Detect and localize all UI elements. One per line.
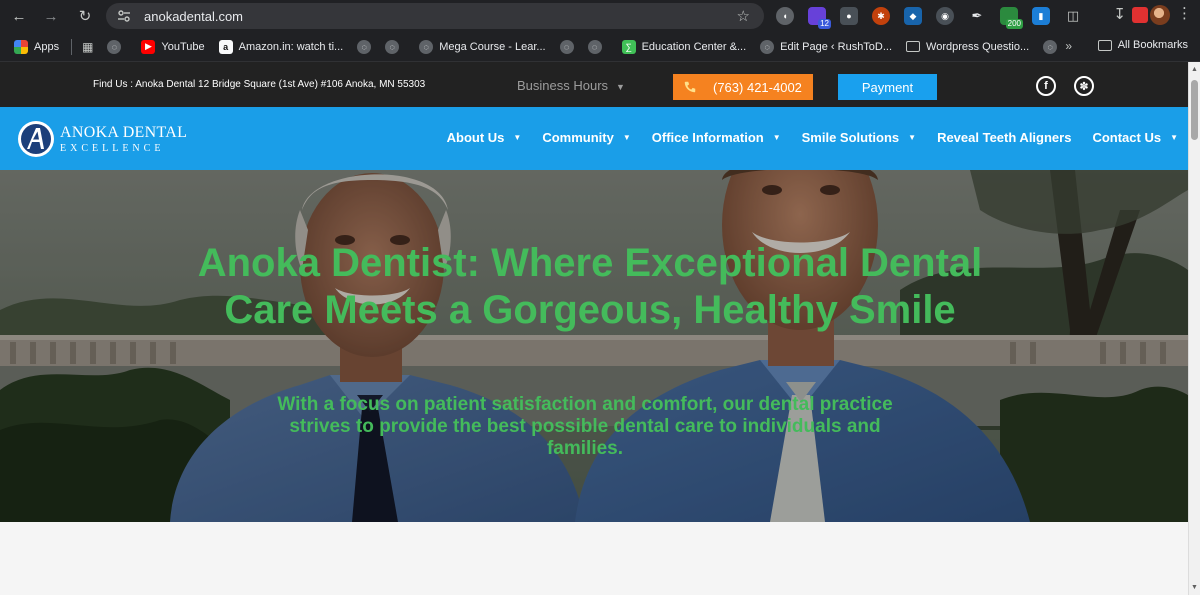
bookmark-edit-page[interactable]: ◌ Edit Page ‹ RushToD...	[760, 39, 892, 54]
nav-item-community[interactable]: Community ▼	[542, 130, 630, 145]
scroll-up-arrow-icon[interactable]: ▲	[1191, 66, 1198, 73]
chevron-down-icon: ▼	[1170, 133, 1178, 142]
site-logo[interactable]: ANOKA DENTAL EXCELLENCE	[16, 119, 187, 159]
bookmark-globe-6[interactable]: ◌	[1043, 39, 1063, 54]
apps-grid-icon	[14, 39, 28, 54]
bookmark-youtube[interactable]: ▶ YouTube	[141, 39, 205, 54]
page-scrollbar[interactable]: ▲ ▼	[1188, 62, 1200, 595]
logo-line-1: ANOKA DENTAL	[60, 123, 188, 141]
bookmark-globe-1[interactable]: ◌	[107, 39, 127, 54]
nav-item-office-information[interactable]: Office Information ▼	[652, 130, 781, 145]
bookmark-globe-2[interactable]: ◌	[357, 39, 377, 54]
globe-icon: ◌	[107, 39, 122, 54]
all-bookmarks-button[interactable]: All Bookmarks	[1097, 39, 1188, 51]
nav-item-contact-us[interactable]: Contact Us ▼	[1092, 130, 1178, 145]
extension-1-icon[interactable]: ◖	[776, 7, 794, 25]
education-center-icon: ∑	[621, 39, 636, 54]
forward-arrow-icon[interactable]: →	[40, 5, 62, 27]
logo-line-2: EXCELLENCE	[60, 142, 165, 154]
business-hours-dropdown[interactable]: Business Hours ▼	[517, 78, 625, 93]
bookmark-mega-course[interactable]: ◌ Mega Course - Lear...	[419, 39, 546, 54]
chevron-down-icon: ▼	[513, 133, 522, 142]
globe-icon: ◌	[760, 39, 775, 54]
bookmark-amazon[interactable]: a Amazon.in: watch ti...	[218, 39, 343, 54]
site-settings-icon[interactable]	[116, 8, 132, 24]
extension-2-icon[interactable]: 12	[808, 7, 831, 29]
nav-item-reveal-teeth-aligners[interactable]: Reveal Teeth Aligners	[937, 130, 1071, 145]
profile-avatar[interactable]	[1150, 5, 1170, 25]
extension-8-icon[interactable]: 200	[1000, 7, 1023, 29]
globe-icon: ◌	[357, 39, 372, 54]
extensions-row: ◖ 12 ● ✱ ◆ ◉ ✒ 200 ▮ ◫	[776, 4, 1096, 29]
nav-menu: About Us ▼ Community ▼ Office Information ▼…	[426, 130, 1178, 145]
content-area	[0, 522, 1188, 595]
globe-icon: ◌	[1043, 39, 1058, 54]
bookmark-apps[interactable]: Apps	[14, 39, 59, 54]
chevron-down-icon: ▼	[616, 82, 625, 92]
facebook-icon[interactable]: f	[1036, 76, 1056, 96]
youtube-icon: ▶	[141, 39, 156, 54]
scroll-down-arrow-icon[interactable]: ▼	[1191, 584, 1198, 591]
business-hours-label: Business Hours	[517, 78, 609, 93]
hero-title: Anoka Dentist: Where Exceptional Dental …	[197, 241, 983, 332]
bookmark-globe-4[interactable]: ◌	[559, 39, 580, 54]
bookmarks-separator	[71, 38, 73, 55]
yelp-icon[interactable]: ✽	[1074, 76, 1094, 96]
extension-8-badge: 200	[1005, 19, 1023, 29]
hero-section: Anoka Dentist: Where Exceptional Dental …	[0, 170, 1188, 522]
payment-button[interactable]: Payment	[838, 74, 937, 100]
more-bookmarks-chevron[interactable]: »	[1065, 39, 1072, 53]
eyedropper-extension-icon[interactable]: ✒	[968, 7, 986, 25]
phone-button[interactable]: (763) 421-4002	[673, 74, 813, 100]
extension-9-icon[interactable]: ▮	[1032, 7, 1050, 25]
url-text[interactable]: anokadental.com	[144, 9, 243, 24]
address-bar[interactable]: anokadental.com ☆	[106, 3, 764, 29]
extension-2-badge: 12	[818, 19, 831, 29]
globe-icon: ◌	[385, 39, 400, 54]
tab-groups-icon[interactable]: ▦	[82, 40, 93, 54]
bookmark-wordpress-folder[interactable]: Wordpress Questio...	[906, 41, 1029, 53]
extension-6-icon[interactable]: ◉	[936, 7, 954, 25]
hero-background-photo	[0, 170, 1188, 522]
bookmark-globe-3[interactable]: ◌	[385, 39, 405, 54]
globe-icon: ◌	[419, 39, 434, 54]
site-top-bar: Find Us : Anoka Dental 12 Bridge Square …	[0, 62, 1188, 107]
hero-subtitle: With a focus on patient satisfaction and…	[277, 394, 893, 459]
chevron-down-icon: ▼	[908, 133, 917, 142]
amazon-icon: a	[218, 39, 233, 54]
bookmark-globe-5[interactable]: ◌	[587, 39, 608, 54]
camera-extension-icon[interactable]: ●	[840, 7, 858, 25]
puzzle-extensions-icon[interactable]: ◫	[1064, 7, 1082, 25]
tag-extension-icon[interactable]: ◆	[904, 7, 922, 25]
reload-icon[interactable]: ↻	[74, 5, 96, 27]
globe-icon: ◌	[559, 39, 574, 54]
extension-11-icon[interactable]	[1132, 7, 1148, 23]
chevron-down-icon: ▼	[772, 133, 781, 142]
folder-icon	[906, 41, 921, 52]
phone-number: (763) 421-4002	[713, 79, 802, 95]
logo-text: ANOKA DENTAL EXCELLENCE	[60, 124, 187, 155]
logo-emblem-icon	[18, 121, 54, 157]
nav-item-about-us[interactable]: About Us ▼	[447, 130, 522, 145]
phone-icon	[684, 81, 696, 93]
globe-icon: ◌	[587, 39, 602, 54]
office-address: Find Us : Anoka Dental 12 Bridge Square …	[93, 79, 426, 90]
bookmark-education-center[interactable]: ∑ Education Center &...	[621, 39, 746, 54]
main-navbar: ANOKA DENTAL EXCELLENCE About Us ▼ Commun…	[0, 107, 1188, 170]
download-icon[interactable]: ↧	[1113, 5, 1126, 23]
back-arrow-icon[interactable]: ←	[8, 5, 30, 27]
bookmark-star-icon[interactable]: ☆	[737, 7, 750, 25]
browser-toolbar: ← → ↻ anokadental.com ☆ ◖ 12 ● ✱ ◆ ◉ ✒ 2…	[0, 0, 1200, 32]
bookmarks-bar: Apps ▦ ◌ ▶ YouTube a Amazon.in: watch ti…	[0, 32, 1200, 62]
folder-icon	[1097, 39, 1112, 51]
browser-menu-icon[interactable]: ⋮	[1177, 6, 1192, 22]
extension-4-icon[interactable]: ✱	[872, 7, 890, 25]
nav-item-smile-solutions[interactable]: Smile Solutions ▼	[802, 130, 916, 145]
scrollbar-thumb[interactable]	[1191, 80, 1198, 140]
chevron-down-icon: ▼	[622, 133, 631, 142]
